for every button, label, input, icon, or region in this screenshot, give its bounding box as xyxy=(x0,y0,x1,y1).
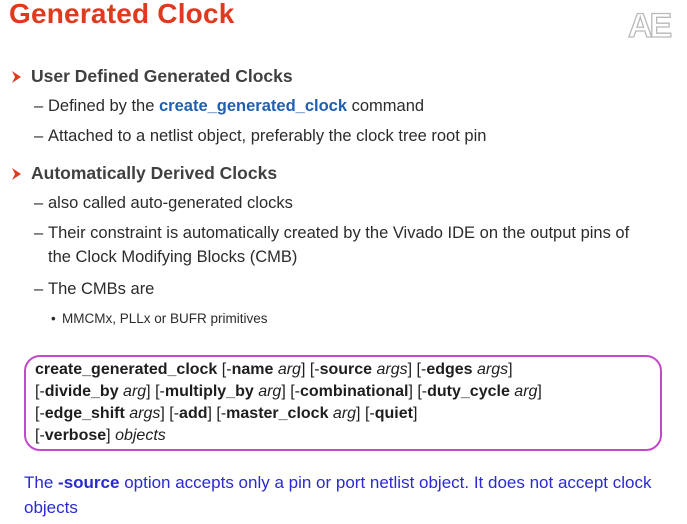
ae-logo: AE xyxy=(627,6,675,42)
command-syntax-line-2: [-divide_by arg] [-multiply_by arg] [-co… xyxy=(35,383,542,400)
command-keyword: create_generated_clock xyxy=(159,97,348,115)
logo-text: AE xyxy=(628,7,672,42)
chevron-right-icon xyxy=(12,70,21,83)
list-item: – Defined by the create_generated_clock c… xyxy=(34,97,425,115)
list-item: – Attached to a netlist object, preferabl… xyxy=(34,127,487,145)
heading-text: Automatically Derived Clocks xyxy=(31,163,278,183)
list-item: – also called auto-generated clocks xyxy=(34,194,293,212)
command-syntax-line-3: [-edge_shift args] [-add] [-master_clock… xyxy=(35,405,418,422)
slide-title: Generated Clock xyxy=(9,0,235,29)
list-item-continuation: the Clock Modifying Blocks (CMB) xyxy=(48,248,298,266)
command-syntax-line-4: [-verbose] objects xyxy=(35,427,166,444)
chevron-right-icon xyxy=(12,167,21,180)
heading-text: User Defined Generated Clocks xyxy=(31,66,293,86)
section-heading-auto-derived: Automatically Derived Clocks xyxy=(10,163,277,184)
section-heading-user-defined: User Defined Generated Clocks xyxy=(10,66,293,87)
sub-list-item: • MMCMx, PLLx or BUFR primitives xyxy=(51,311,268,326)
list-item: – Their constraint is automatically creat… xyxy=(34,224,630,242)
command-syntax-line-1: create_generated_clock [-name arg] [-sou… xyxy=(35,361,513,378)
source-option-note: The -source option accepts only a pin or… xyxy=(24,473,652,517)
list-item: – The CMBs are xyxy=(34,280,155,298)
